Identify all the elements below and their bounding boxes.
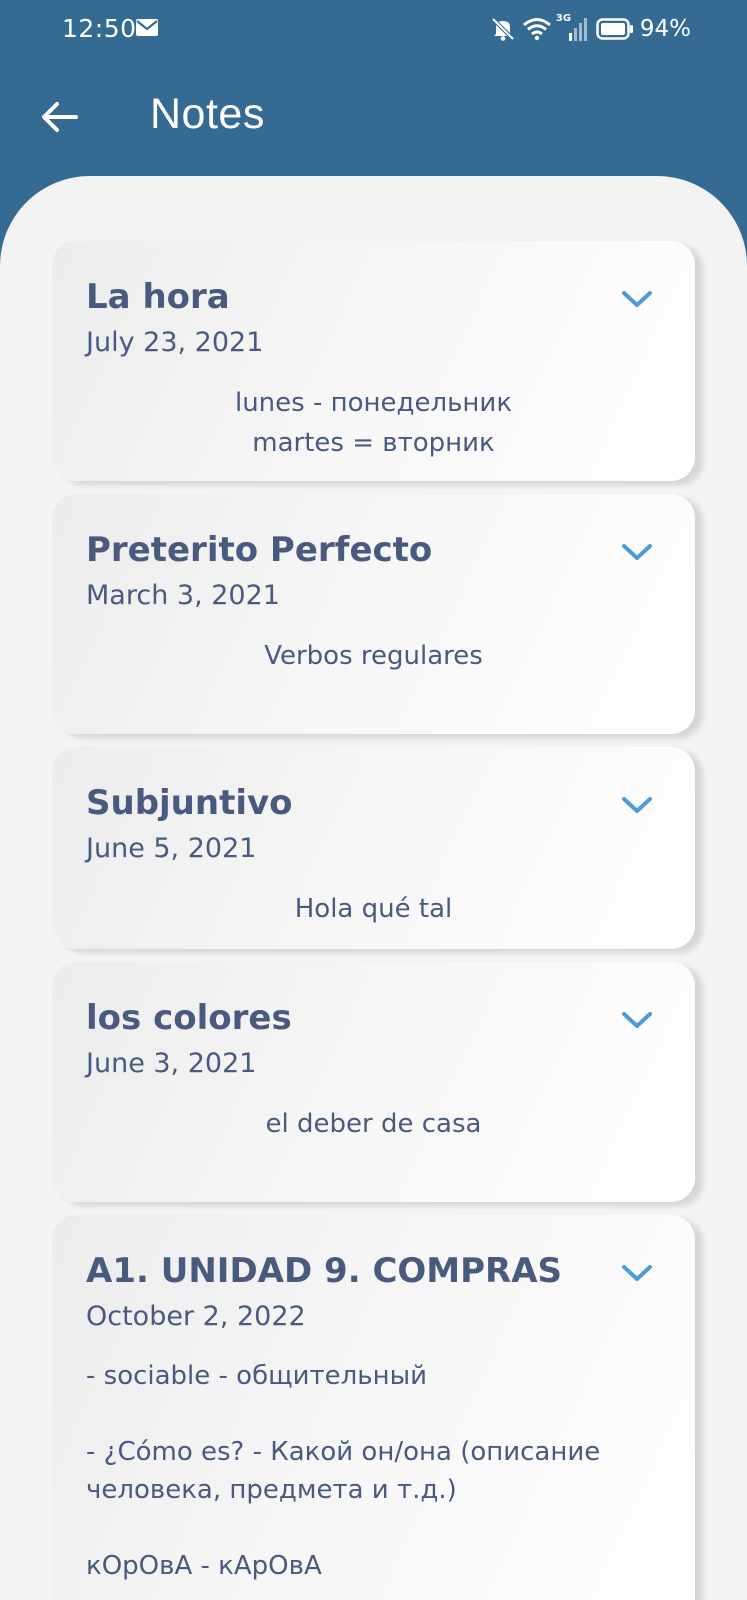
note-date: June 3, 2021 — [86, 1048, 257, 1079]
app-bar: Notes — [0, 60, 747, 175]
page-title: Notes — [150, 90, 265, 138]
expand-note-button[interactable] — [615, 787, 659, 827]
expand-note-button[interactable] — [615, 281, 659, 321]
note-preview: lunes - понедельник martes = вторник — [234, 388, 513, 458]
chevron-down-icon — [621, 795, 653, 819]
notes-list[interactable]: La hora July 23, 2021 lunes - понедельни… — [0, 176, 747, 1600]
note-title: Subjuntivo — [86, 783, 293, 823]
note-preview: el deber de casa — [265, 1109, 482, 1139]
note-preview: Verbos regulares — [264, 641, 483, 671]
expand-note-button[interactable] — [615, 1255, 659, 1295]
battery-percentage: 94% — [639, 16, 691, 42]
mail-icon — [136, 19, 158, 36]
note-date: July 23, 2021 — [86, 327, 264, 358]
expand-note-button[interactable] — [615, 534, 659, 574]
wifi-icon — [522, 17, 552, 41]
network-type-label: 3G — [555, 13, 572, 24]
status-bar: 12:50 3G 94% — [0, 0, 747, 60]
note-card[interactable]: A1. UNIDAD 9. COMPRAS October 2, 2022 - … — [52, 1215, 695, 1600]
chevron-down-icon — [621, 1010, 653, 1034]
back-button[interactable] — [28, 88, 90, 150]
note-preview: Hola qué tal — [294, 894, 453, 924]
note-date: June 5, 2021 — [86, 833, 257, 864]
battery-icon — [596, 18, 634, 40]
note-title: los colores — [86, 998, 292, 1038]
note-card[interactable]: Subjuntivo June 5, 2021 Hola qué tal — [52, 747, 695, 949]
note-card[interactable]: los colores June 3, 2021 el deber de cas… — [52, 962, 695, 1202]
arrow-left-icon — [40, 101, 78, 137]
note-title: La hora — [86, 277, 230, 317]
expand-note-button[interactable] — [615, 1002, 659, 1042]
chevron-down-icon — [621, 1263, 653, 1287]
note-title: Preterito Perfecto — [86, 530, 433, 570]
chevron-down-icon — [621, 542, 653, 566]
note-date: October 2, 2022 — [86, 1301, 306, 1332]
note-card[interactable]: Preterito Perfecto March 3, 2021 Verbos … — [52, 494, 695, 734]
note-preview: - sociable - общительный - ¿Cómo es? - К… — [86, 1361, 601, 1581]
notifications-muted-icon — [490, 16, 516, 42]
status-time: 12:50 — [62, 14, 137, 43]
note-card[interactable]: La hora July 23, 2021 lunes - понедельни… — [52, 241, 695, 481]
note-title: A1. UNIDAD 9. COMPRAS — [86, 1251, 563, 1291]
chevron-down-icon — [621, 289, 653, 313]
status-icons: 3G 94% — [490, 13, 691, 44]
notes-panel: La hora July 23, 2021 lunes - понедельни… — [0, 176, 747, 1600]
cellular-signal-icon: 3G — [555, 13, 588, 43]
note-date: March 3, 2021 — [86, 580, 280, 611]
